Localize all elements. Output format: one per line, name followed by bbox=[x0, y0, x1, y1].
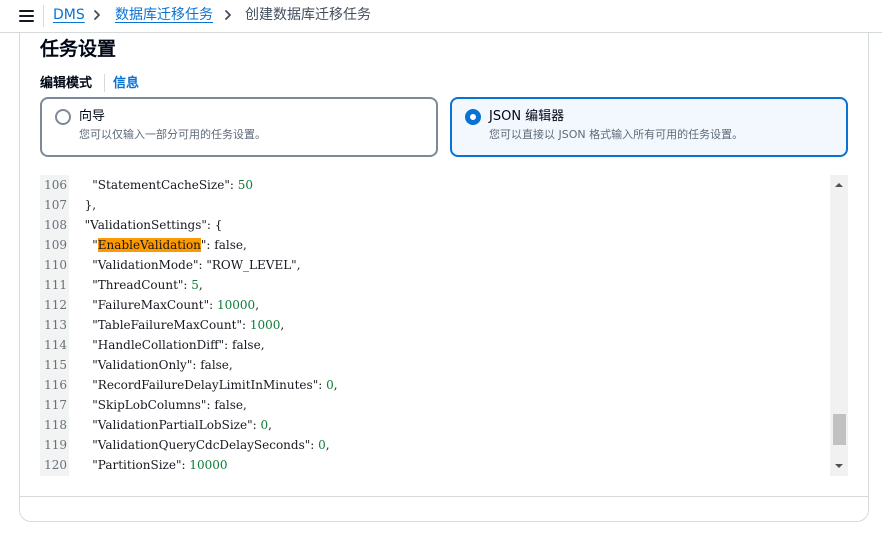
json-key: RecordFailureDelayLimitInMinutes bbox=[97, 378, 313, 392]
json-key: TableFailureMaxCount bbox=[97, 318, 237, 332]
line-number: 117 bbox=[44, 398, 67, 412]
code-text: "ValidationOnly": false, bbox=[92, 358, 233, 372]
info-link[interactable]: 信息 bbox=[113, 75, 139, 92]
json-editor-mode-tile[interactable]: JSON 编辑器 您可以直接以 JSON 格式输入所有可用的任务设置。 bbox=[450, 97, 848, 157]
json-value: 5 bbox=[191, 278, 199, 292]
line-number: 113 bbox=[44, 318, 67, 332]
code-text: "ValidationSettings": { bbox=[84, 218, 223, 232]
scroll-down-arrow-icon[interactable] bbox=[834, 461, 844, 471]
line-number: 106 bbox=[44, 178, 67, 192]
json-editor-description: 您可以直接以 JSON 格式输入所有可用的任务设置。 bbox=[489, 128, 744, 141]
scroll-up-arrow-icon[interactable] bbox=[834, 180, 844, 190]
code-line: 119 "ValidationQueryCdcDelaySeconds": 0, bbox=[40, 435, 830, 455]
json-value: 10000 bbox=[189, 458, 228, 472]
code-line: 107 }, bbox=[40, 195, 830, 215]
code-text: "SkipLobColumns": false, bbox=[92, 398, 247, 412]
line-number: 119 bbox=[44, 438, 67, 452]
json-key: ThreadCount bbox=[97, 278, 178, 292]
code-text: "RecordFailureDelayLimitInMinutes": 0, bbox=[92, 378, 338, 392]
code-line: 111 "ThreadCount": 5, bbox=[40, 275, 830, 295]
json-value: 10000 bbox=[217, 298, 256, 312]
chevron-right-icon bbox=[225, 10, 231, 20]
json-value: 0 bbox=[326, 378, 334, 392]
section-title: 任务设置 bbox=[40, 38, 117, 60]
menu-icon[interactable] bbox=[19, 10, 34, 22]
json-key: ValidationMode bbox=[97, 258, 193, 272]
panel-footer bbox=[19, 496, 869, 522]
code-line: 108 "ValidationSettings": { bbox=[40, 215, 830, 235]
code-line: 112 "FailureMaxCount": 10000, bbox=[40, 295, 830, 315]
json-key: ValidationOnly bbox=[97, 358, 187, 372]
divider bbox=[43, 5, 44, 27]
scrollbar-thumb[interactable] bbox=[833, 414, 846, 445]
code-line: 113 "TableFailureMaxCount": 1000, bbox=[40, 315, 830, 335]
wizard-description: 您可以仅输入一部分可用的任务设置。 bbox=[79, 128, 266, 141]
line-number: 114 bbox=[44, 338, 67, 352]
json-value: "ROW_LEVEL" bbox=[206, 258, 297, 272]
code-text: "ValidationMode": "ROW_LEVEL", bbox=[92, 258, 301, 272]
json-value: { bbox=[214, 218, 223, 232]
breadcrumb-current-page: 创建数据库迁移任务 bbox=[245, 7, 371, 23]
highlighted-key: EnableValidation bbox=[97, 238, 201, 252]
breadcrumb-migration-tasks[interactable]: 数据库迁移任务 bbox=[115, 6, 213, 24]
code-line: 120 "PartitionSize": 10000 bbox=[40, 455, 830, 475]
json-key: FailureMaxCount bbox=[97, 298, 204, 312]
chevron-right-icon bbox=[94, 10, 100, 20]
code-line: 115 "ValidationOnly": false, bbox=[40, 355, 830, 375]
code-text: "HandleCollationDiff": false, bbox=[92, 338, 265, 352]
json-value: false bbox=[214, 398, 244, 412]
line-number: 107 bbox=[44, 198, 67, 212]
line-number: 110 bbox=[44, 258, 67, 272]
line-number: 109 bbox=[44, 238, 67, 252]
code-text: "EnableValidation": false, bbox=[92, 238, 247, 252]
code-text: "ThreadCount": 5, bbox=[92, 278, 203, 292]
line-number: 116 bbox=[44, 378, 67, 392]
json-value: 0 bbox=[318, 438, 326, 452]
wizard-radio-button[interactable] bbox=[55, 109, 71, 125]
top-navigation-bar: DMS 数据库迁移任务 创建数据库迁移任务 bbox=[0, 0, 882, 33]
divider bbox=[104, 74, 105, 92]
code-text: "TableFailureMaxCount": 1000, bbox=[92, 318, 285, 332]
edit-mode-label: 编辑模式 bbox=[40, 76, 93, 91]
json-key: PartitionSize bbox=[97, 458, 176, 472]
line-number: 112 bbox=[44, 298, 67, 312]
json-value: 1000 bbox=[249, 318, 281, 332]
code-line: 106 "StatementCacheSize": 50 bbox=[40, 175, 830, 195]
line-number: 118 bbox=[44, 418, 67, 432]
json-key: HandleCollationDiff bbox=[97, 338, 219, 352]
json-value: 50 bbox=[237, 178, 253, 192]
json-value: 0 bbox=[260, 418, 269, 432]
line-number: 111 bbox=[44, 278, 67, 292]
breadcrumb-dms[interactable]: DMS bbox=[53, 6, 85, 24]
code-text: "StatementCacheSize": 50 bbox=[92, 178, 253, 192]
code-line: 114 "HandleCollationDiff": false, bbox=[40, 335, 830, 355]
json-code-editor[interactable]: 106 "StatementCacheSize": 50 107 }, 108 "V… bbox=[40, 175, 848, 476]
editor-scrollbar[interactable] bbox=[830, 175, 848, 476]
wizard-title: 向导 bbox=[79, 109, 106, 124]
json-value: false bbox=[200, 358, 229, 372]
code-text: "FailureMaxCount": 10000, bbox=[92, 298, 260, 312]
code-line: 116 "RecordFailureDelayLimitInMinutes": … bbox=[40, 375, 830, 395]
code-line: 110 "ValidationMode": "ROW_LEVEL", bbox=[40, 255, 830, 275]
wizard-mode-tile[interactable]: 向导 您可以仅输入一部分可用的任务设置。 bbox=[40, 97, 438, 157]
line-number: 120 bbox=[44, 458, 67, 472]
code-line: 109 "EnableValidation": false, bbox=[40, 235, 830, 255]
code-line: 117 "SkipLobColumns": false, bbox=[40, 395, 830, 415]
json-key: ValidationSettings bbox=[90, 218, 202, 232]
json-key: SkipLobColumns bbox=[97, 398, 201, 412]
code-text: }, bbox=[84, 198, 97, 212]
json-editor-title: JSON 编辑器 bbox=[489, 109, 565, 124]
json-key: StatementCacheSize bbox=[97, 178, 225, 192]
line-number: 115 bbox=[44, 358, 67, 372]
code-line: 118 "ValidationPartialLobSize": 0, bbox=[40, 415, 830, 435]
code-text: "ValidationQueryCdcDelaySeconds": 0, bbox=[92, 438, 330, 452]
json-key: ValidationQueryCdcDelaySeconds bbox=[97, 438, 305, 452]
json-value: false bbox=[214, 238, 243, 252]
line-number: 108 bbox=[44, 218, 67, 232]
json-editor-radio-button[interactable] bbox=[465, 109, 481, 125]
code-text: "PartitionSize": 10000 bbox=[92, 458, 228, 472]
code-text: "ValidationPartialLobSize": 0, bbox=[92, 418, 272, 432]
json-key: ValidationPartialLobSize bbox=[97, 418, 248, 432]
json-value: false bbox=[232, 338, 261, 352]
